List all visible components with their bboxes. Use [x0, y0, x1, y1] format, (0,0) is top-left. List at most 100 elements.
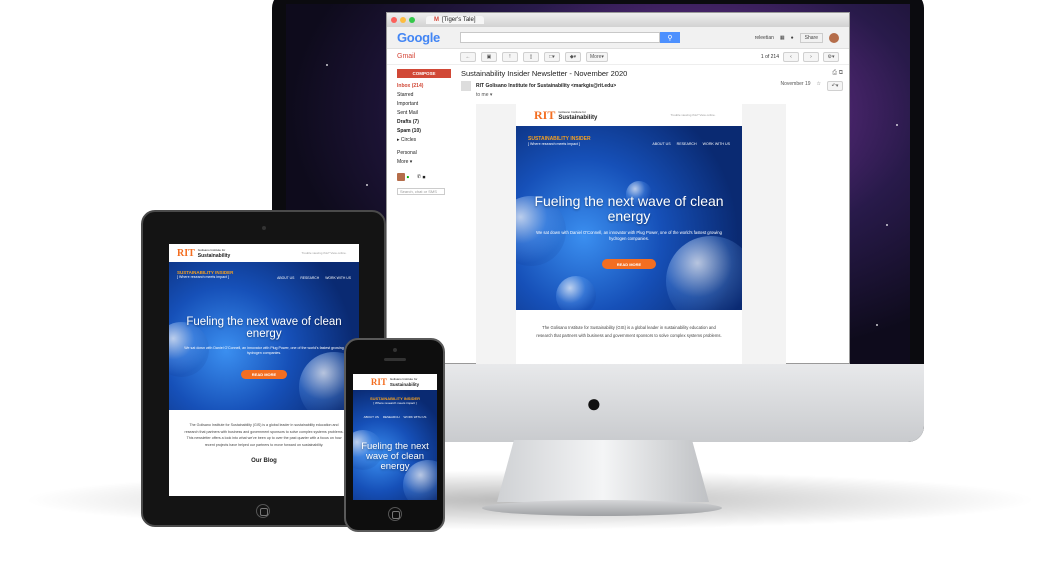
iphone-nav-work-with-us[interactable]: WORK WITH US [404, 415, 427, 419]
sidebar-item-more[interactable]: More ▾ [397, 158, 455, 167]
newsletter-desktop: RIT Golisano Institute for Sustainability… [516, 104, 742, 364]
google-bar: Google ⚲ releetian ▦ ● Share [387, 27, 849, 49]
sidebar-item-inbox[interactable]: Inbox (214) [397, 82, 455, 91]
iphone-hero: SUSTAINABILITY INSIDER[ Where research m… [353, 390, 437, 500]
ipad-newsletter-header: RIT Golisano Institute for Sustainability… [169, 244, 359, 262]
ipad-blog-heading: Our Blog [251, 458, 277, 464]
ipad-home-button[interactable] [256, 504, 270, 518]
ipad-nav-about[interactable]: ABOUT US [277, 276, 294, 280]
user-name[interactable]: releetian [755, 35, 774, 41]
ipad-view-online-link[interactable]: Trouble viewing this? View online. [297, 251, 351, 255]
nav-about[interactable]: ABOUT US [652, 142, 670, 146]
iphone-frame: RIT Golisano Institute for Sustainability… [344, 338, 445, 532]
sidebar-item-circles[interactable]: ▸ Circles [397, 136, 455, 145]
apps-grid-icon[interactable]: ▦ [780, 35, 785, 41]
reply-button[interactable]: ↶▾ [827, 81, 843, 91]
ipad-newsletter-nav: ABOUT US RESEARCH WORK WITH US [277, 276, 351, 280]
newsletter-hero: SUSTAINABILITY INSIDER[ Where research m… [516, 126, 742, 310]
ipad-hero: SUSTAINABILITY INSIDER[ Where research m… [169, 262, 359, 410]
iphone-screen: RIT Golisano Institute for Sustainability… [353, 374, 437, 500]
prev-page-button[interactable]: ‹ [783, 51, 799, 62]
iphone-section-tagline: [ Where research meets impact ] [373, 401, 417, 405]
section-title: SUSTAINABILITY INSIDER[ Where research m… [528, 136, 591, 146]
iphone-hero-headline: Fueling the next wave of clean energy [361, 441, 429, 472]
bubble-graphic [556, 276, 596, 310]
email-sender[interactable]: RIT Golisano Institute for Sustainabilit… [476, 83, 616, 89]
search-button[interactable]: ⚲ [659, 32, 680, 43]
next-page-button[interactable]: › [803, 51, 819, 62]
ipad-nav-research[interactable]: RESEARCH [300, 276, 319, 280]
sidebar-item-starred[interactable]: Starred [397, 91, 455, 100]
move-to-button[interactable]: □▾ [544, 51, 560, 62]
iphone-brand-name-text: Sustainability [389, 382, 420, 387]
back-button[interactable]: ← [460, 51, 476, 62]
read-more-button[interactable]: READ MORE [602, 259, 656, 269]
minimize-window-icon[interactable] [400, 17, 406, 23]
chat-search-input[interactable]: Search, chat or SMS [397, 188, 445, 195]
email-view: Sustainability Insider Newsletter - Nove… [455, 65, 849, 364]
sustainability-logo[interactable]: Golisano Institute for Sustainability [558, 109, 597, 121]
sidebar-item-spam[interactable]: Spam (10) [397, 127, 455, 136]
avatar[interactable] [829, 32, 839, 43]
iphone-rit-logo[interactable]: RIT [371, 377, 387, 387]
archive-button[interactable]: ▣ [481, 51, 497, 62]
delete-button[interactable]: ▯ [523, 51, 539, 62]
sidebar-more-label: More [397, 159, 409, 165]
sidebar-item-drafts[interactable]: Drafts (7) [397, 118, 455, 127]
labels-button[interactable]: ◆▾ [565, 51, 581, 62]
nav-research[interactable]: RESEARCH [677, 142, 697, 146]
print-icon[interactable]: ⎙ [832, 70, 837, 76]
settings-gear-icon[interactable]: ⚙▾ [823, 51, 839, 62]
compose-button[interactable]: COMPOSE [397, 69, 451, 78]
newsletter-body: The Golisano Institute for Sustainabilit… [536, 325, 722, 338]
ipad-hero-headline: Fueling the next wave of clean energy [186, 316, 342, 340]
gmail-label[interactable]: Gmail [397, 53, 455, 60]
ipad-section-title: SUSTAINABILITY INSIDER[ Where research m… [177, 270, 233, 279]
chat-controls: ● ✆ ■ [397, 173, 455, 182]
to-me-label: to me [476, 92, 489, 98]
ipad-nav-work-with-us[interactable]: WORK WITH US [325, 276, 351, 280]
notifications-bell-icon[interactable]: ● [791, 35, 794, 41]
pager: 1 of 214 ‹ › ⚙▾ [760, 51, 839, 62]
browser-tab[interactable]: M [Tiger's Tale] [426, 16, 484, 24]
iphone-camera-icon [393, 348, 397, 352]
share-button[interactable]: Share [799, 32, 823, 43]
iphone-newsletter-nav: ABOUT US RESEARCH WORK WITH US [353, 415, 437, 419]
report-spam-button[interactable]: ! [502, 51, 518, 62]
ipad-sustainability-logo[interactable]: Golisano Institute for Sustainability [198, 247, 231, 259]
close-window-icon[interactable] [391, 17, 397, 23]
ipad-screen: RIT Golisano Institute for Sustainability… [169, 244, 359, 496]
ipad-hero-subtext: We sat down with Daniel O'Connell, an in… [184, 346, 344, 355]
google-logo[interactable]: Google [397, 30, 440, 45]
new-window-icon[interactable]: ⧉ [839, 70, 843, 76]
iphone-nav-research[interactable]: RESEARCH [383, 415, 400, 419]
sidebar-item-important[interactable]: Important [397, 100, 455, 109]
iphone-section-title: SUSTAINABILITY INSIDER[ Where research m… [353, 396, 437, 405]
star-icon[interactable]: ☆ [817, 81, 821, 91]
iphone-home-button[interactable] [388, 507, 402, 521]
browser-titlebar: M [Tiger's Tale] [387, 13, 849, 27]
sidebar-item-sent[interactable]: Sent Mail [397, 109, 455, 118]
chat-avatar[interactable] [397, 173, 405, 181]
nav-work-with-us[interactable]: WORK WITH US [703, 142, 730, 146]
email-recipient[interactable]: to me ▾ [476, 92, 843, 98]
phone-icon[interactable]: ✆ [417, 174, 421, 180]
view-online-link[interactable]: Trouble viewing this? View online. [662, 113, 724, 117]
sidebar-item-personal[interactable]: Personal [397, 149, 455, 158]
newsletter-header: RIT Golisano Institute for Sustainability… [516, 104, 742, 126]
video-icon[interactable]: ■ [422, 174, 425, 180]
maximize-window-icon[interactable] [409, 17, 415, 23]
pager-count: 1 of 214 [760, 53, 779, 60]
more-button[interactable]: More ▾ [586, 51, 608, 62]
status-dot-icon[interactable]: ● [406, 174, 409, 180]
ipad-rit-logo[interactable]: RIT [177, 248, 195, 259]
iphone-nav-about[interactable]: ABOUT US [364, 415, 379, 419]
iphone-sustainability-logo[interactable]: Golisano Institute for Sustainability [390, 376, 419, 388]
ipad-section-tagline: [ Where research meets impact ] [177, 275, 229, 279]
ipad-read-more-button[interactable]: READ MORE [241, 370, 287, 379]
ipad-newsletter-body: The Golisano Institute for Sustainabilit… [184, 423, 344, 447]
imac-stand [497, 440, 709, 502]
section-tagline: [ Where research meets impact ] [528, 142, 580, 146]
rit-logo[interactable]: RIT [534, 108, 555, 123]
search-input[interactable] [459, 32, 660, 43]
